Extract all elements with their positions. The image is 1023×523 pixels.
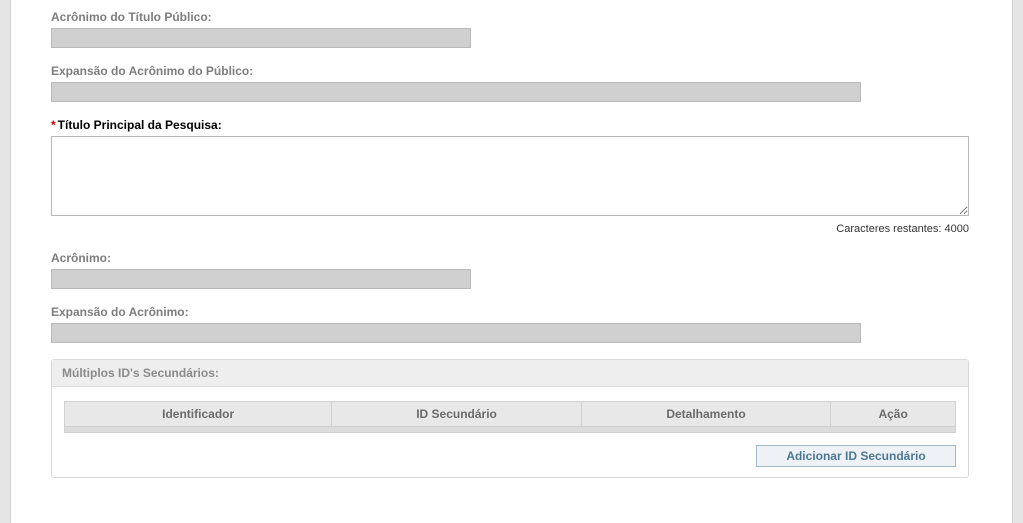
th-id-secundario: ID Secundário [332,402,581,427]
label-acronimo-titulo-publico: Acrônimo do Título Público: [51,10,972,24]
field-expansao-acronimo-publico: Expansão do Acrônimo do Público: [51,64,972,102]
th-identificador: Identificador [65,402,332,427]
field-acronimo: Acrônimo: [51,251,972,289]
input-expansao-acronimo-publico[interactable] [51,82,861,102]
required-star-icon: * [51,118,56,132]
panel-title: Múltiplos ID's Secundários: [52,360,968,387]
char-counter-value: 4000 [945,223,969,235]
textarea-titulo-principal-pesquisa[interactable] [51,136,969,216]
add-secondary-id-button[interactable]: Adicionar ID Secundário [756,445,956,467]
action-row: Adicionar ID Secundário [64,445,956,467]
form-panel: Acrônimo do Título Público: Expansão do … [10,0,1013,523]
table-ids-secundarios: Identificador ID Secundário Detalhamento… [64,401,956,427]
label-titulo-principal-pesquisa: *Título Principal da Pesquisa: [51,118,972,132]
label-titulo-principal-pesquisa-text: Título Principal da Pesquisa: [58,118,222,132]
panel-body: Identificador ID Secundário Detalhamento… [52,387,968,477]
input-acronimo[interactable] [51,269,471,289]
th-detalhamento: Detalhamento [581,402,830,427]
page-wrapper: Acrônimo do Título Público: Expansão do … [0,0,1023,523]
label-acronimo: Acrônimo: [51,251,972,265]
th-acao: Ação [831,402,956,427]
field-acronimo-titulo-publico: Acrônimo do Título Público: [51,10,972,48]
table-footer-bar [64,427,956,433]
input-acronimo-titulo-publico[interactable] [51,28,471,48]
panel-multiplos-ids-secundarios: Múltiplos ID's Secundários: Identificado… [51,359,969,478]
label-expansao-acronimo-publico: Expansão do Acrônimo do Público: [51,64,972,78]
char-counter: Caracteres restantes: 4000 [51,223,969,235]
field-expansao-acronimo: Expansão do Acrônimo: [51,305,972,343]
input-expansao-acronimo[interactable] [51,323,861,343]
field-titulo-principal-pesquisa: *Título Principal da Pesquisa: Caractere… [51,118,972,235]
char-counter-label: Caracteres restantes: [836,223,941,235]
table-header-row: Identificador ID Secundário Detalhamento… [65,402,956,427]
label-expansao-acronimo: Expansão do Acrônimo: [51,305,972,319]
